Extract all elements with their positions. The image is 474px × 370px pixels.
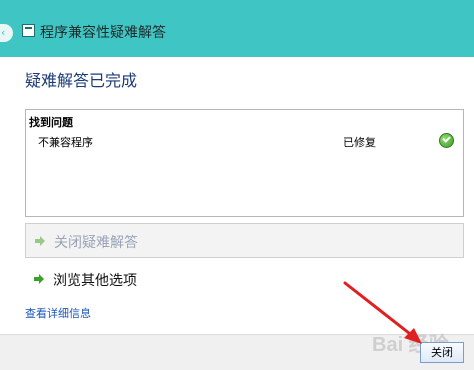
close-troubleshooter-option[interactable]: 关闭疑难解答 — [25, 223, 464, 258]
view-details-link[interactable]: 查看详细信息 — [25, 305, 91, 321]
results-panel: 找到问题 不兼容程序 已修复 — [25, 109, 464, 217]
browse-other-options-option[interactable]: 浏览其他选项 — [25, 262, 462, 295]
page-heading: 疑难解答已完成 — [25, 71, 138, 90]
close-button[interactable]: 关闭 — [420, 342, 464, 363]
close-troubleshooter-label: 关闭疑难解答 — [54, 235, 138, 251]
title-bar: ‹ 程序兼容性疑难解答 — [0, 0, 474, 57]
issue-name: 不兼容程序 — [38, 136, 93, 149]
browse-other-options-label: 浏览其他选项 — [53, 273, 137, 289]
issue-status: 已修复 — [343, 136, 376, 149]
green-arrow-icon — [35, 236, 45, 246]
troubleshooter-app-icon — [22, 24, 35, 37]
green-arrow-icon — [34, 274, 44, 284]
results-header: 找到问题 — [29, 116, 73, 129]
green-check-icon — [439, 133, 454, 148]
window-title: 程序兼容性疑难解答 — [40, 25, 166, 41]
back-arrow-icon[interactable]: ‹ — [0, 24, 13, 42]
